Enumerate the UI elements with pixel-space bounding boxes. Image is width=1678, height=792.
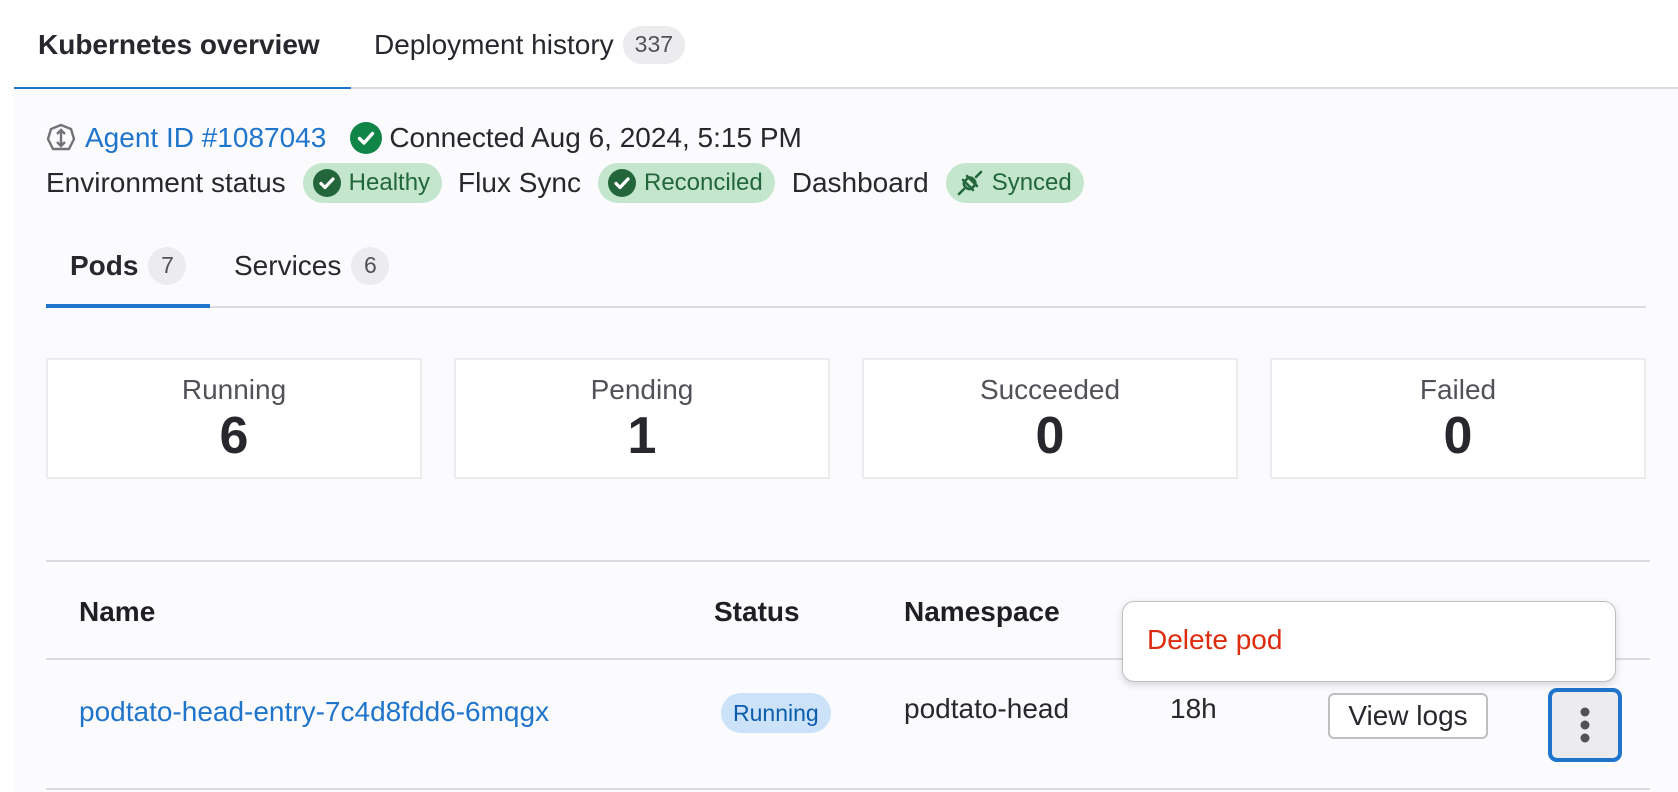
table-divider: [46, 788, 1650, 790]
card-value: 1: [627, 407, 657, 465]
card-value: 6: [219, 407, 249, 465]
connection-status-text: Connected Aug 6, 2024, 5:15 PM: [389, 122, 802, 153]
agent-icon: [46, 123, 76, 151]
tab-pods[interactable]: Pods 7: [46, 225, 210, 308]
tab-label: Services: [234, 249, 342, 281]
resource-tab-bar: Pods 7 Services 6: [46, 225, 1646, 308]
pod-status-cell: Running: [721, 693, 831, 733]
column-header-namespace: Namespace: [904, 596, 1060, 627]
card-label: Succeeded: [979, 374, 1121, 405]
flux-sync-badge: Reconciled: [597, 163, 775, 203]
flux-sync-label: Flux Sync: [458, 167, 581, 198]
agent-id-link[interactable]: Agent ID #1087043: [85, 122, 326, 154]
more-actions-button[interactable]: [1548, 688, 1622, 762]
card-label: Pending: [590, 374, 694, 405]
column-header-status: Status: [714, 596, 800, 627]
card-label: Running: [181, 374, 287, 405]
check-circle-icon: [312, 169, 341, 197]
card-value: 0: [1443, 407, 1473, 465]
status-badge: Running: [721, 693, 831, 733]
tab-deployment-history[interactable]: Deployment history 337: [374, 0, 686, 89]
tab-kubernetes-overview[interactable]: Kubernetes overview: [14, 0, 351, 91]
dashboard-sync-badge: Synced: [945, 163, 1084, 203]
badge-text: Synced: [991, 169, 1072, 196]
kebab-vertical-icon: [1580, 707, 1590, 743]
pods-count-badge: 7: [148, 246, 187, 285]
tab-label: Deployment history: [374, 28, 614, 60]
summary-card-succeeded: Succeeded 0: [862, 358, 1238, 479]
card-label: Failed: [1419, 374, 1497, 405]
summary-card-pending: Pending 1: [454, 358, 830, 479]
pod-name-link[interactable]: podtato-head-entry-7c4d8fdd6-6mqgx: [79, 696, 549, 728]
badge-text: Healthy: [348, 169, 431, 196]
dashboard-label: Dashboard: [791, 167, 929, 198]
summary-card-running: Running 6: [46, 358, 422, 479]
environment-status-row: Environment status Healthy Flux Sync Rec…: [46, 163, 1101, 203]
table-divider: [46, 560, 1650, 562]
services-count-badge: 6: [351, 246, 390, 285]
view-logs-button[interactable]: View logs: [1328, 693, 1488, 739]
agent-info: Agent ID #1087043 Connected Aug 6, 2024,…: [46, 120, 802, 156]
pod-age: 18h: [1170, 693, 1217, 724]
deployment-count-badge: 337: [622, 25, 686, 64]
badge-text: Reconciled: [643, 169, 763, 196]
summary-card-failed: Failed 0: [1270, 358, 1646, 479]
pod-namespace: podtato-head: [904, 693, 1070, 724]
column-header-name: Name: [79, 596, 156, 627]
tab-label: Pods: [70, 249, 139, 281]
pod-summary-cards: Running 6 Pending 1 Succeeded 0 Failed 0: [46, 358, 1646, 479]
check-circle-icon: [607, 169, 636, 197]
plug-icon: [957, 170, 983, 196]
delete-pod-menu-item[interactable]: Delete pod: [1147, 624, 1282, 656]
top-tab-bar: Kubernetes overview Deployment history 3…: [14, 0, 1678, 91]
check-circle-icon: [350, 122, 383, 154]
card-value: 0: [1035, 407, 1065, 465]
environment-status-label: Environment status: [46, 167, 286, 198]
tab-label: Kubernetes overview: [38, 28, 320, 60]
tab-services[interactable]: Services 6: [234, 225, 390, 306]
environment-status-badge: Healthy: [302, 163, 443, 203]
pod-actions-dropdown: Delete pod: [1122, 601, 1616, 682]
